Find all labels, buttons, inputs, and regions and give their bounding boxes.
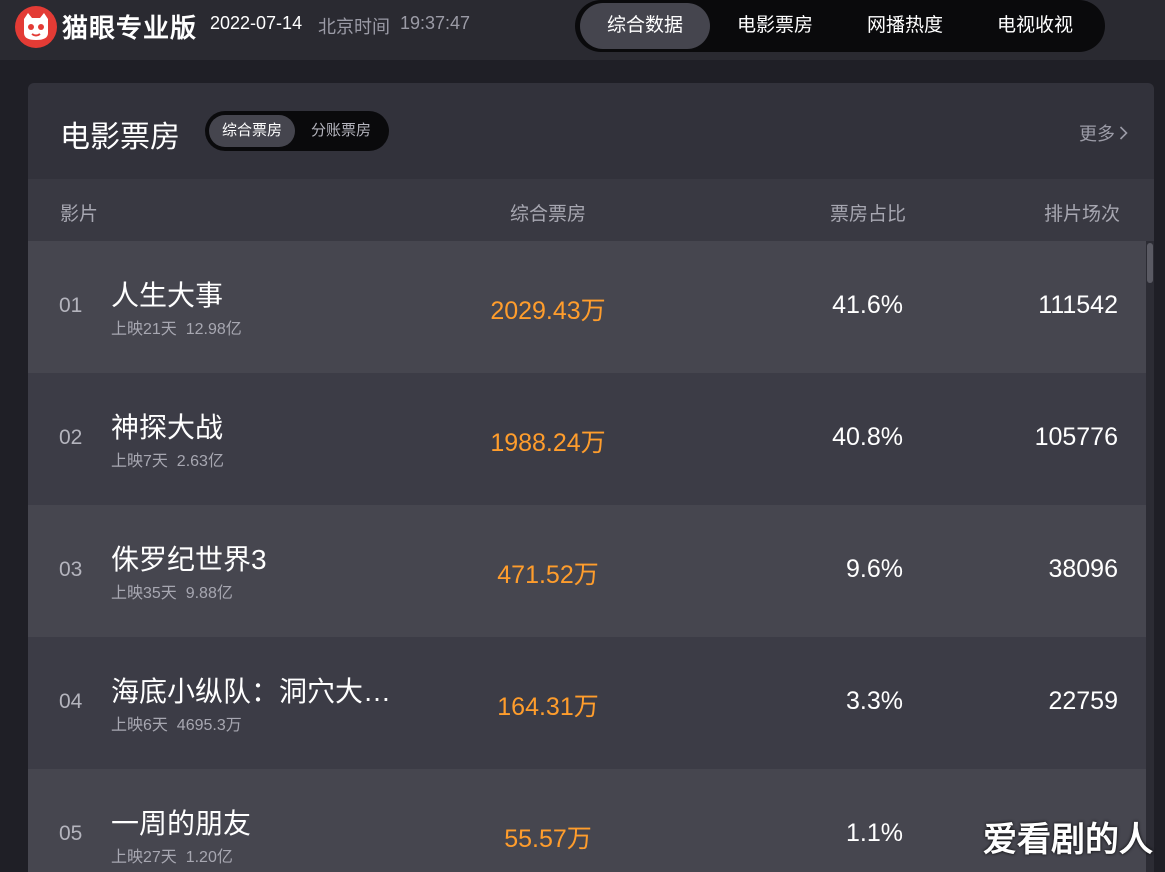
column-header-movie[interactable]: 影片 [60,199,98,226]
more-link[interactable]: 更多 [1079,120,1128,146]
total-gross: 12.98亿 [185,321,242,338]
table-row[interactable]: 03 侏罗纪世界3 上映35天 9.88亿 471.52万 9.6% 38096 [28,505,1146,637]
movie-title[interactable]: 海底小纵队：洞穴大… [111,670,391,710]
clock-time: 19:37:47 [400,13,471,33]
daily-gross: 55.57万 [504,825,592,853]
cat-logo-icon[interactable] [15,6,57,48]
current-date: 2022-07-14 [210,13,303,33]
show-count: 38096 [1048,555,1118,583]
gross-share: 40.8% [832,423,903,451]
table-row[interactable]: 01 人生大事 上映21天 12.98亿 2029.43万 41.6% 1115… [28,241,1146,373]
daily-gross: 471.52万 [497,561,599,589]
show-count: 22759 [1048,687,1118,715]
days-released: 上映21天 [111,321,177,338]
tab-电视收视[interactable]: 电视收视 [971,3,1099,49]
daily-gross: 164.31万 [497,693,599,721]
tab-电影票房[interactable]: 电影票房 [711,3,839,49]
movie-title[interactable]: 一周的朋友 [111,802,251,842]
table-row[interactable]: 05 一周的朋友 上映27天 1.20亿 55.57万 1.1% [28,769,1146,872]
box-office-type-toggle: 综合票房 分账票房 [205,111,389,151]
show-count: 111542 [1038,291,1118,319]
days-released: 上映35天 [111,585,177,602]
column-header-gross[interactable]: 综合票房 [510,199,586,226]
movie-info: 上映27天 1.20亿 [111,843,233,867]
movie-info: 上映21天 12.98亿 [111,315,242,339]
more-label: 更多 [1079,124,1115,144]
row-rank: 05 [59,822,83,845]
row-rank: 02 [59,426,83,449]
segment-综合票房[interactable]: 综合票房 [209,115,295,147]
tab-综合数据[interactable]: 综合数据 [580,3,710,49]
scrollbar-thumb[interactable] [1147,243,1153,283]
column-header-share[interactable]: 票房占比 [830,199,906,226]
total-gross: 9.88亿 [185,585,233,602]
row-rank: 03 [59,558,83,581]
movie-title[interactable]: 侏罗纪世界3 [111,538,267,578]
total-gross: 2.63亿 [176,453,224,470]
card-title: 电影票房 [60,121,180,154]
gross-share: 1.1% [846,819,903,847]
movie-info: 上映6天 4695.3万 [111,711,242,735]
daily-gross: 2029.43万 [490,297,606,325]
days-released: 上映6天 [111,717,168,734]
row-rank: 04 [59,690,83,713]
movie-title[interactable]: 神探大战 [111,406,223,446]
box-office-card: 电影票房 综合票房 分账票房 更多 影片 综合票房 票房占比 排片场次 01 人… [28,83,1154,872]
brand-name[interactable]: 猫眼专业版 [62,8,197,45]
movie-title[interactable]: 人生大事 [111,274,223,314]
table-scrollbar[interactable] [1146,241,1154,872]
watermark-text: 爱看剧的人 [983,821,1153,859]
gross-share: 9.6% [846,555,903,583]
tab-网播热度[interactable]: 网播热度 [841,3,969,49]
days-released: 上映7天 [111,453,168,470]
table-header: 影片 综合票房 票房占比 排片场次 [28,179,1154,241]
chevron-right-icon [1119,124,1128,145]
column-header-shows[interactable]: 排片场次 [1044,199,1120,226]
gross-share: 41.6% [832,291,903,319]
daily-gross: 1988.24万 [490,429,606,457]
top-bar: 猫眼专业版 2022-07-14 北京时间 19:37:47 综合数据 电影票房… [0,0,1165,60]
days-released: 上映27天 [111,849,177,866]
total-gross: 4695.3万 [176,717,242,734]
gross-share: 3.3% [846,687,903,715]
show-count: 105776 [1034,423,1118,451]
row-rank: 01 [59,294,83,317]
movie-info: 上映35天 9.88亿 [111,579,233,603]
segment-分账票房[interactable]: 分账票房 [297,115,385,147]
table-row[interactable]: 02 神探大战 上映7天 2.63亿 1988.24万 40.8% 105776 [28,373,1146,505]
clock-label: 北京时间 [318,17,390,37]
main-nav: 综合数据 电影票房 网播热度 电视收视 [575,0,1105,52]
table-row[interactable]: 04 海底小纵队：洞穴大… 上映6天 4695.3万 164.31万 3.3% … [28,637,1146,769]
movie-info: 上映7天 2.63亿 [111,447,224,471]
total-gross: 1.20亿 [185,849,233,866]
